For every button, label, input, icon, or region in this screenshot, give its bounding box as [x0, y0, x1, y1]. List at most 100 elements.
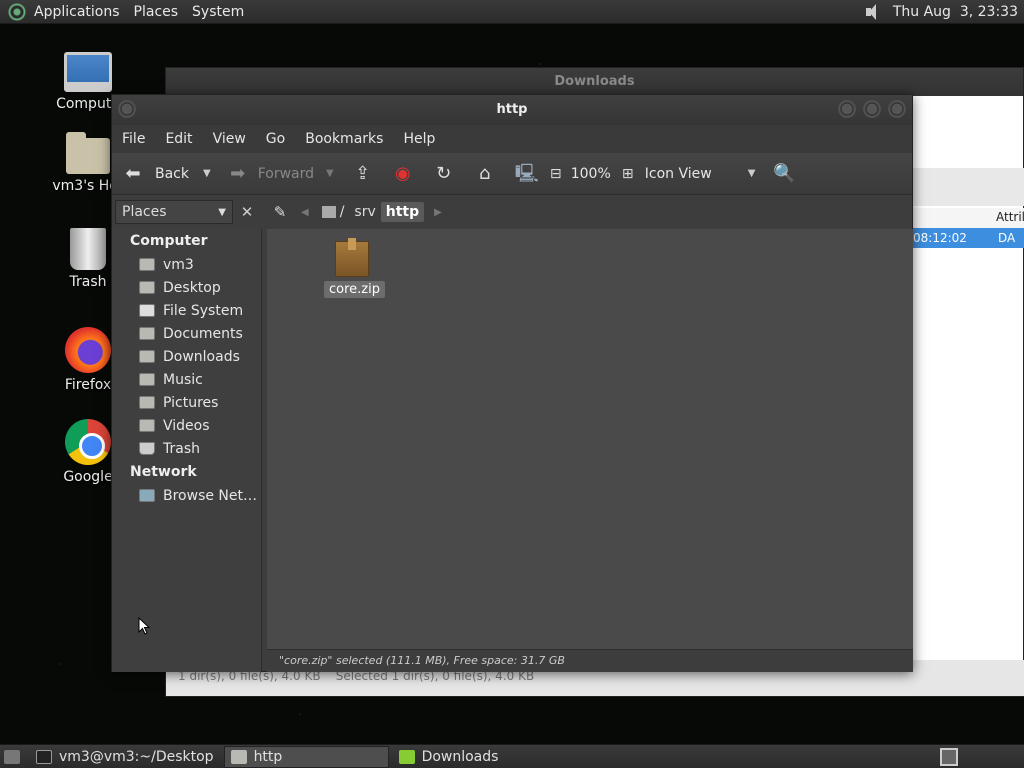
forward-history-dropdown[interactable]: ▼	[326, 168, 334, 179]
close-button[interactable]	[888, 100, 906, 118]
sidebar-mode-label: Places	[122, 204, 167, 220]
sidebar-item-downloads[interactable]: Downloads	[112, 345, 261, 368]
file-item[interactable]: core.zip	[324, 238, 385, 298]
back-label: Back	[155, 165, 189, 182]
window-titlebar[interactable]: http	[112, 95, 912, 125]
applications-menu[interactable]: Applications	[27, 4, 127, 20]
sidebar-item-trash[interactable]: Trash	[112, 437, 261, 460]
menu-bookmarks[interactable]: Bookmarks	[295, 131, 393, 147]
taskbar: vm3@vm3:~/Desktop http Downloads	[0, 744, 1024, 768]
terminal-icon	[36, 749, 52, 764]
reload-icon[interactable]: ↻	[433, 163, 455, 185]
back-button[interactable]: ⬅ Back	[122, 163, 189, 185]
sidebar-item-browse-network[interactable]: Browse Net…	[112, 484, 261, 507]
menubar: File Edit View Go Bookmarks Help	[112, 125, 912, 153]
sidebar-item-file-system[interactable]: File System	[112, 299, 261, 322]
row-attr: DA	[998, 231, 1016, 245]
computer-icon[interactable]: 🖳	[515, 163, 539, 185]
downloads-selected-row[interactable]: 08:12:02 DA	[913, 228, 1024, 248]
sidebar-section-computer: Computer	[130, 233, 208, 249]
downloads-folder-icon	[139, 350, 155, 363]
view-mode-dropdown-icon[interactable]: ▼	[748, 168, 756, 179]
file-name: core.zip	[324, 281, 385, 298]
network-icon	[139, 489, 155, 502]
breadcrumb-root[interactable]: /	[317, 202, 350, 222]
places-menu[interactable]: Places	[127, 4, 186, 20]
zoom-level: 100%	[570, 165, 611, 182]
sidebar-mode-select[interactable]: Places ▼	[115, 200, 233, 224]
sidebar-section-network: Network	[130, 464, 197, 480]
music-folder-icon	[139, 373, 155, 386]
trash-icon	[70, 228, 106, 270]
task-terminal[interactable]: vm3@vm3:~/Desktop	[30, 746, 220, 768]
pictures-folder-icon	[139, 396, 155, 409]
top-panel: Applications Places System Thu Aug 3, 23…	[0, 0, 1024, 24]
stop-icon[interactable]: ◉	[392, 163, 414, 185]
sidebar-item-videos[interactable]: Videos	[112, 414, 261, 437]
mouse-cursor-icon	[138, 617, 151, 635]
breadcrumb-srv[interactable]: srv	[349, 202, 380, 222]
show-desktop-icon	[4, 749, 20, 764]
task-downloads[interactable]: Downloads	[393, 746, 505, 768]
breadcrumb-http[interactable]: http	[380, 202, 425, 222]
view-mode-select[interactable]: Icon View	[645, 166, 712, 182]
distro-logo-icon[interactable]	[8, 2, 26, 21]
chrome-icon	[65, 419, 111, 465]
sidebar-item-pictures[interactable]: Pictures	[112, 391, 261, 414]
task-http[interactable]: http	[223, 745, 389, 768]
menu-go[interactable]: Go	[256, 131, 295, 147]
drive-icon	[321, 206, 336, 218]
sidebar-item-music[interactable]: Music	[112, 368, 261, 391]
documents-folder-icon	[139, 327, 155, 340]
clock[interactable]: Thu Aug 3, 23:33	[893, 4, 1018, 20]
status-bar: "core.zip" selected (111.1 MB), Free spa…	[267, 649, 913, 672]
breadcrumb: ◀ / srv http ▶	[301, 202, 442, 222]
toolbar: ⬅ Back ▼ ➡ Forward ▼ ⇪ ◉ ↻ ⌂ 🖳 ⊟ 100% ⊞ …	[112, 153, 912, 195]
home-folder-icon	[139, 258, 155, 271]
home-icon[interactable]: ⌂	[474, 163, 496, 185]
breadcrumb-left-arrow-icon[interactable]: ◀	[301, 207, 309, 218]
menu-file[interactable]: File	[112, 131, 155, 147]
close-sidebar-icon[interactable]: ✕	[237, 202, 257, 222]
desktop-folder-icon	[139, 281, 155, 294]
zoom-in-icon[interactable]: ⊞	[617, 163, 639, 185]
forward-arrow-icon: ➡	[230, 162, 246, 184]
forward-button[interactable]: ➡ Forward	[227, 163, 314, 185]
zoom-out-icon[interactable]: ⊟	[545, 163, 567, 185]
breadcrumb-right-arrow-icon[interactable]: ▶	[434, 207, 442, 218]
menu-view[interactable]: View	[203, 131, 256, 147]
chevron-down-icon: ▼	[218, 206, 226, 218]
file-manager-icon	[398, 749, 415, 764]
back-arrow-icon: ⬅	[125, 162, 141, 184]
file-manager-window[interactable]: http File Edit View Go Bookmarks Help ⬅ …	[111, 94, 913, 672]
attributes-column-header[interactable]: Attril	[996, 210, 1024, 224]
window-title: http	[496, 102, 528, 117]
zip-archive-icon	[335, 238, 369, 277]
firefox-icon	[65, 327, 111, 373]
computer-icon	[64, 52, 112, 92]
minimize-button[interactable]	[838, 100, 856, 118]
places-sidebar: Computer vm3 Desktop File System Documen…	[112, 229, 262, 672]
workspace-switcher-icon[interactable]	[940, 747, 958, 766]
sidebar-item-vm3[interactable]: vm3	[112, 253, 261, 276]
menu-help[interactable]: Help	[393, 131, 445, 147]
location-bar: Places ▼ ✕ ✎ ◀ / srv http ▶	[112, 195, 912, 229]
downloads-window-title[interactable]: Downloads	[166, 68, 1023, 96]
volume-icon[interactable]	[865, 3, 883, 21]
sidebar-item-desktop[interactable]: Desktop	[112, 276, 261, 299]
maximize-button[interactable]	[863, 100, 881, 118]
drive-icon	[139, 304, 155, 317]
menu-edit[interactable]: Edit	[155, 131, 202, 147]
show-desktop-button[interactable]	[0, 746, 26, 768]
videos-folder-icon	[139, 419, 155, 432]
file-view[interactable]: core.zip	[267, 229, 913, 649]
folder-icon	[230, 749, 247, 764]
up-arrow-icon[interactable]: ⇪	[352, 163, 374, 185]
home-folder-icon	[66, 132, 110, 174]
search-icon[interactable]: 🔍	[773, 163, 795, 185]
system-menu[interactable]: System	[185, 4, 251, 20]
window-menu-button[interactable]	[118, 100, 136, 118]
edit-location-icon[interactable]: ✎	[269, 201, 291, 223]
sidebar-item-documents[interactable]: Documents	[112, 322, 261, 345]
back-history-dropdown[interactable]: ▼	[203, 168, 211, 179]
